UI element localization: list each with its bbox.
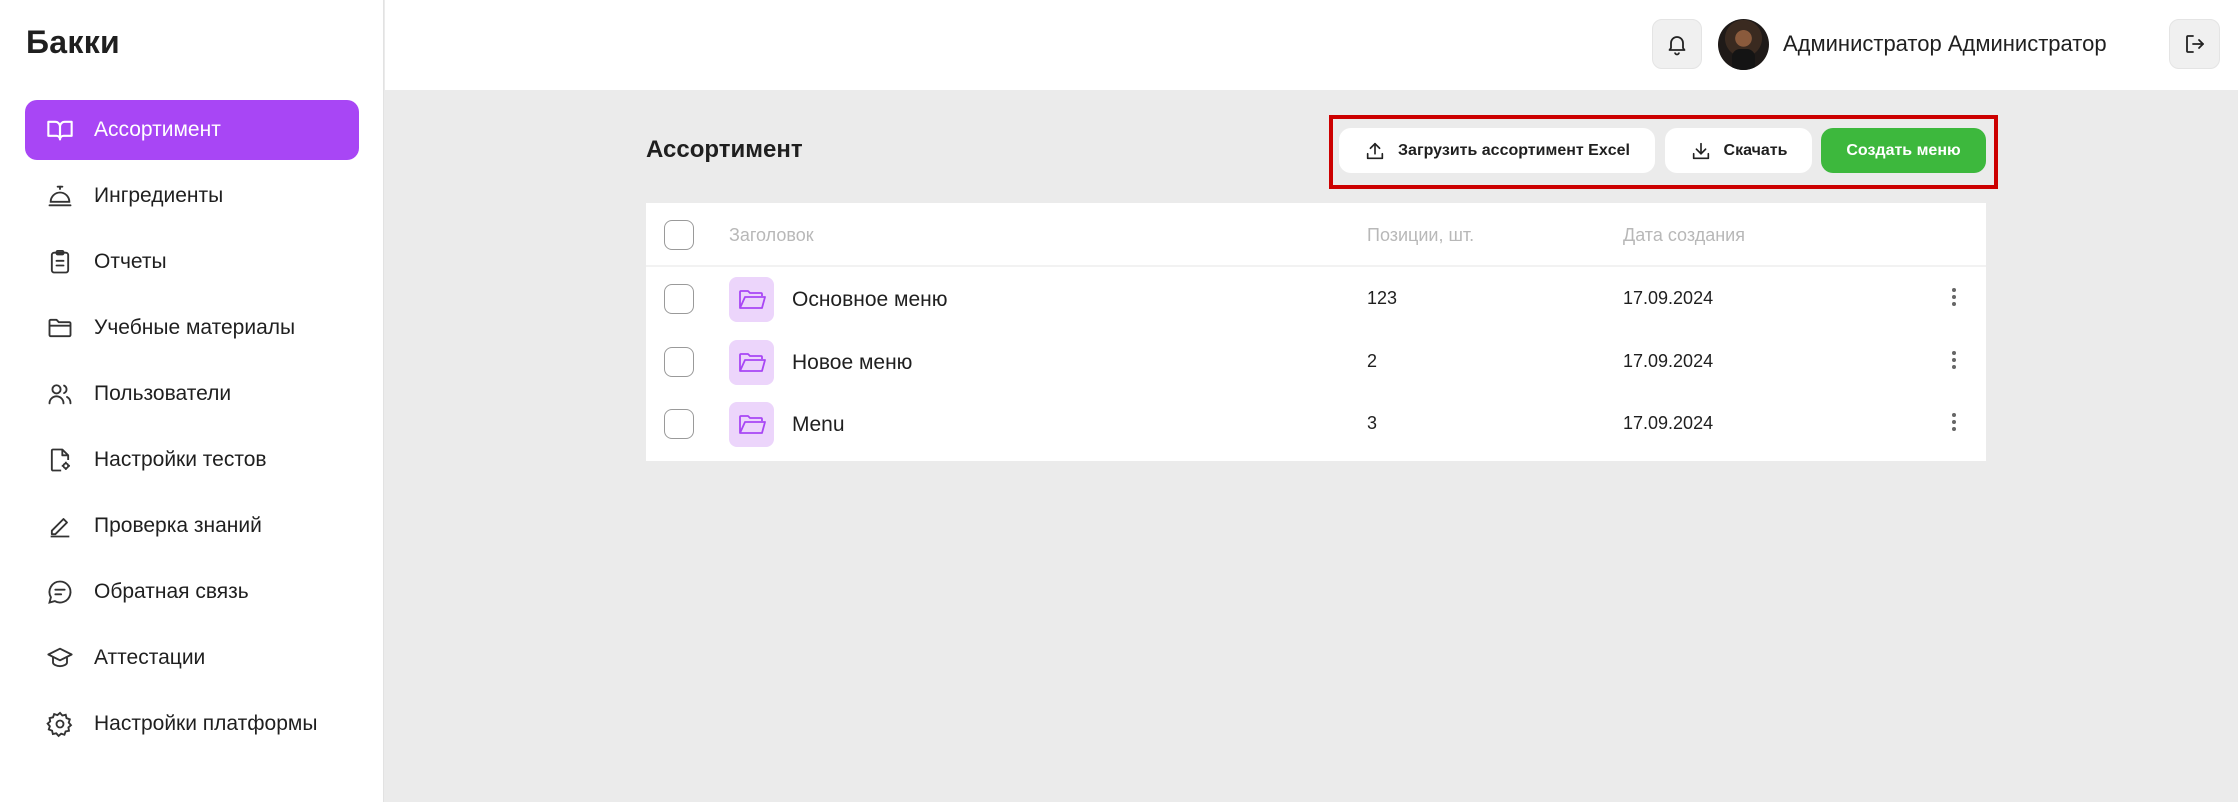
download-icon	[1692, 142, 1709, 159]
row-more-menu-icon[interactable]	[1944, 408, 1964, 436]
download-button[interactable]: Скачать	[1665, 128, 1812, 173]
sidebar-item-learning-materials[interactable]: Учебные материалы	[25, 298, 359, 358]
row-more-menu-icon[interactable]	[1944, 283, 1964, 311]
download-label: Скачать	[1723, 141, 1788, 159]
notifications-button[interactable]	[1652, 19, 1702, 69]
sidebar-item-feedback[interactable]: Обратная связь	[25, 562, 359, 622]
row-checkbox[interactable]	[664, 347, 694, 377]
folder-icon	[729, 277, 774, 322]
sidebar-item-label: Настройки тестов	[94, 448, 267, 471]
page-title: Ассортимент	[646, 136, 803, 163]
pen-icon	[45, 511, 75, 541]
file-settings-icon	[45, 445, 75, 475]
sidebar-item-label: Ассортимент	[94, 118, 221, 141]
create-menu-label: Создать меню	[1846, 141, 1961, 159]
app-logo[interactable]: Бакки	[26, 24, 120, 61]
folder-icon	[729, 402, 774, 447]
sidebar-item-label: Аттестации	[94, 646, 206, 669]
row-date: 17.09.2024	[1623, 288, 1714, 308]
row-title[interactable]: Новое меню	[792, 351, 912, 375]
sidebar-item-label: Обратная связь	[94, 580, 249, 603]
gear-icon	[45, 709, 75, 739]
row-date: 17.09.2024	[1623, 413, 1714, 433]
upload-icon	[1366, 142, 1384, 159]
select-all-checkbox[interactable]	[664, 220, 694, 250]
table-row[interactable]: Menu 3 17.09.2024	[646, 394, 1986, 456]
sidebar-item-label: Ингредиенты	[94, 184, 224, 207]
sidebar: Бакки Ассортимент Ингредиенты Отчеты Уче…	[0, 0, 384, 802]
row-positions: 3	[1367, 413, 1378, 433]
sidebar-nav: Ассортимент Ингредиенты Отчеты Учебные м…	[25, 100, 359, 760]
row-checkbox[interactable]	[664, 284, 694, 314]
row-title[interactable]: Основное меню	[792, 288, 948, 312]
sidebar-item-platform-settings[interactable]: Настройки платформы	[25, 694, 359, 754]
logout-icon	[2185, 35, 2204, 53]
row-checkbox[interactable]	[664, 409, 694, 439]
chat-icon	[45, 577, 75, 607]
create-menu-button[interactable]: Создать меню	[1821, 128, 1986, 173]
table-row[interactable]: Новое меню 2 17.09.2024	[646, 332, 1986, 394]
upload-excel-label: Загрузить ассортимент Excel	[1398, 141, 1630, 159]
table-row[interactable]: Основное меню 123 17.09.2024	[646, 269, 1986, 331]
row-more-menu-icon[interactable]	[1944, 346, 1964, 374]
graduation-cap-icon	[45, 643, 75, 673]
book-open-icon	[45, 115, 75, 145]
folder-icon	[45, 313, 75, 343]
row-title[interactable]: Menu	[792, 413, 845, 437]
table-header: Заголовок Позиции, шт. Дата создания	[646, 203, 1986, 267]
sidebar-item-assortment[interactable]: Ассортимент	[25, 100, 359, 160]
column-header-title[interactable]: Заголовок	[729, 225, 814, 246]
column-header-positions[interactable]: Позиции, шт.	[1367, 225, 1474, 246]
sidebar-item-certifications[interactable]: Аттестации	[25, 628, 359, 688]
sidebar-item-test-settings[interactable]: Настройки тестов	[25, 430, 359, 490]
row-positions: 123	[1367, 288, 1398, 308]
users-icon	[45, 379, 75, 409]
sidebar-item-ingredients[interactable]: Ингредиенты	[25, 166, 359, 226]
sidebar-item-label: Учебные материалы	[94, 316, 296, 339]
column-header-date[interactable]: Дата создания	[1623, 225, 1745, 246]
avatar[interactable]	[1718, 19, 1769, 70]
row-positions: 2	[1367, 351, 1378, 371]
sidebar-item-label: Отчеты	[94, 250, 167, 273]
upload-excel-button[interactable]: Загрузить ассортимент Excel	[1339, 128, 1655, 173]
bell-icon	[1668, 36, 1686, 56]
sidebar-item-label: Настройки платформы	[94, 712, 318, 735]
sidebar-item-label: Проверка знаний	[94, 514, 262, 537]
sidebar-item-label: Пользователи	[94, 382, 232, 405]
assortment-table: Заголовок Позиции, шт. Дата создания Осн…	[646, 203, 1986, 461]
sidebar-item-reports[interactable]: Отчеты	[25, 232, 359, 292]
folder-icon	[729, 340, 774, 385]
cloche-icon	[45, 181, 75, 211]
sidebar-item-knowledge-check[interactable]: Проверка знаний	[25, 496, 359, 556]
row-date: 17.09.2024	[1623, 351, 1714, 371]
logout-button[interactable]	[2169, 19, 2220, 69]
user-name[interactable]: Администратор Администратор	[1783, 31, 2107, 57]
clipboard-icon	[45, 247, 75, 277]
sidebar-item-users[interactable]: Пользователи	[25, 364, 359, 424]
